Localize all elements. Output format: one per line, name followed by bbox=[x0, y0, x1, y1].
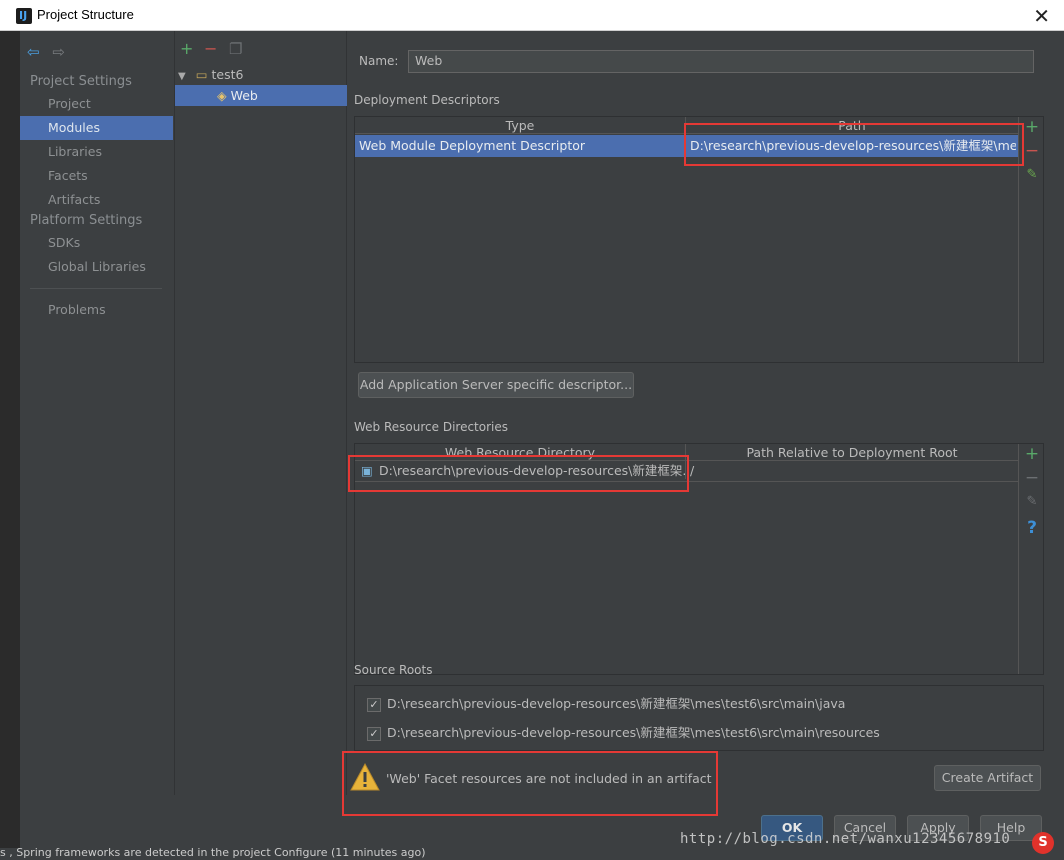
sidebar-item-global-libraries[interactable]: Global Libraries bbox=[20, 255, 173, 279]
add-server-descriptor-button[interactable]: Add Application Server specific descript… bbox=[358, 372, 634, 398]
source-root-checkbox[interactable]: ✓ bbox=[367, 727, 381, 741]
expand-arrow-icon[interactable]: ▼ bbox=[178, 71, 186, 82]
folder-icon: ▭ bbox=[195, 67, 208, 82]
window-titlebar: IJ Project Structure ✕ bbox=[0, 0, 1064, 31]
highlight-box-warning bbox=[342, 751, 718, 816]
settings-sidebar: ⇦ ⇨ Project Settings Project Modules Lib… bbox=[20, 31, 173, 795]
remove-icon[interactable]: − bbox=[204, 39, 217, 58]
sidebar-item-facets[interactable]: Facets bbox=[20, 164, 173, 188]
module-tree-panel: + − ❐ ▼ ▭ test6 ◈ Web bbox=[174, 31, 347, 795]
source-roots-list: ✓ D:\research\previous-develop-resources… bbox=[354, 685, 1044, 751]
project-settings-header: Project Settings bbox=[30, 74, 132, 89]
source-root-checkbox[interactable]: ✓ bbox=[367, 698, 381, 712]
back-arrow-icon[interactable]: ⇦ bbox=[27, 43, 40, 61]
sidebar-item-libraries[interactable]: Libraries bbox=[20, 140, 173, 164]
forward-arrow-icon[interactable]: ⇨ bbox=[52, 43, 65, 61]
source-roots-label: Source Roots bbox=[354, 663, 433, 677]
edit-pencil-icon[interactable]: ✎ bbox=[1020, 167, 1044, 182]
name-input[interactable]: Web bbox=[408, 50, 1034, 73]
tree-label-test6: test6 bbox=[211, 67, 244, 82]
row-relpath-cell: / bbox=[690, 463, 695, 478]
col-header-type[interactable]: Type bbox=[355, 117, 685, 134]
sidebar-item-project[interactable]: Project bbox=[20, 92, 173, 116]
highlight-box-web-resource bbox=[348, 455, 689, 492]
source-root-item: D:\research\previous-develop-resources\新… bbox=[387, 725, 880, 740]
deployment-descriptors-label: Deployment Descriptors bbox=[354, 93, 500, 107]
edit-pencil-icon[interactable]: ✎ bbox=[1020, 494, 1044, 509]
highlight-box-path bbox=[684, 123, 1024, 166]
help-question-icon[interactable]: ? bbox=[1020, 518, 1044, 538]
sidebar-divider bbox=[30, 288, 162, 289]
background-status-text: s , Spring frameworks are detected in th… bbox=[0, 848, 760, 860]
add-icon[interactable]: + bbox=[180, 39, 193, 58]
sidebar-item-artifacts[interactable]: Artifacts bbox=[20, 188, 173, 212]
platform-settings-header: Platform Settings bbox=[30, 213, 143, 228]
window-title: Project Structure bbox=[37, 7, 134, 22]
remove-resource-icon[interactable]: − bbox=[1020, 468, 1044, 488]
intellij-logo-icon: IJ bbox=[16, 8, 32, 24]
add-resource-icon[interactable]: + bbox=[1020, 444, 1044, 464]
background-editor-strip bbox=[0, 31, 20, 860]
name-label: Name: bbox=[359, 54, 399, 68]
facet-settings-panel: Name: Web Deployment Descriptors Type Pa… bbox=[342, 31, 1064, 860]
sidebar-item-sdks[interactable]: SDKs bbox=[20, 231, 173, 255]
create-artifact-button[interactable]: Create Artifact bbox=[934, 765, 1041, 791]
watermark-text: http://blog.csdn.net/wanxu12345678910 bbox=[680, 831, 1011, 847]
tree-node-test6[interactable]: ▼ ▭ test6 bbox=[178, 64, 243, 85]
csdn-logo-icon: S bbox=[1032, 832, 1054, 854]
row-type-cell: Web Module Deployment Descriptor bbox=[359, 138, 586, 153]
web-resource-directories-label: Web Resource Directories bbox=[354, 420, 508, 434]
tree-node-web[interactable]: ◈ Web bbox=[175, 85, 347, 106]
sidebar-item-problems[interactable]: Problems bbox=[20, 298, 173, 322]
web-facet-icon: ◈ bbox=[217, 88, 227, 103]
col-header-path-relative[interactable]: Path Relative to Deployment Root bbox=[686, 444, 1018, 461]
sidebar-item-modules[interactable]: Modules bbox=[20, 116, 173, 140]
copy-icon[interactable]: ❐ bbox=[229, 40, 242, 58]
close-icon[interactable]: ✕ bbox=[1033, 4, 1050, 28]
tree-label-web: Web bbox=[230, 88, 258, 103]
source-root-item: D:\research\previous-develop-resources\新… bbox=[387, 696, 846, 711]
